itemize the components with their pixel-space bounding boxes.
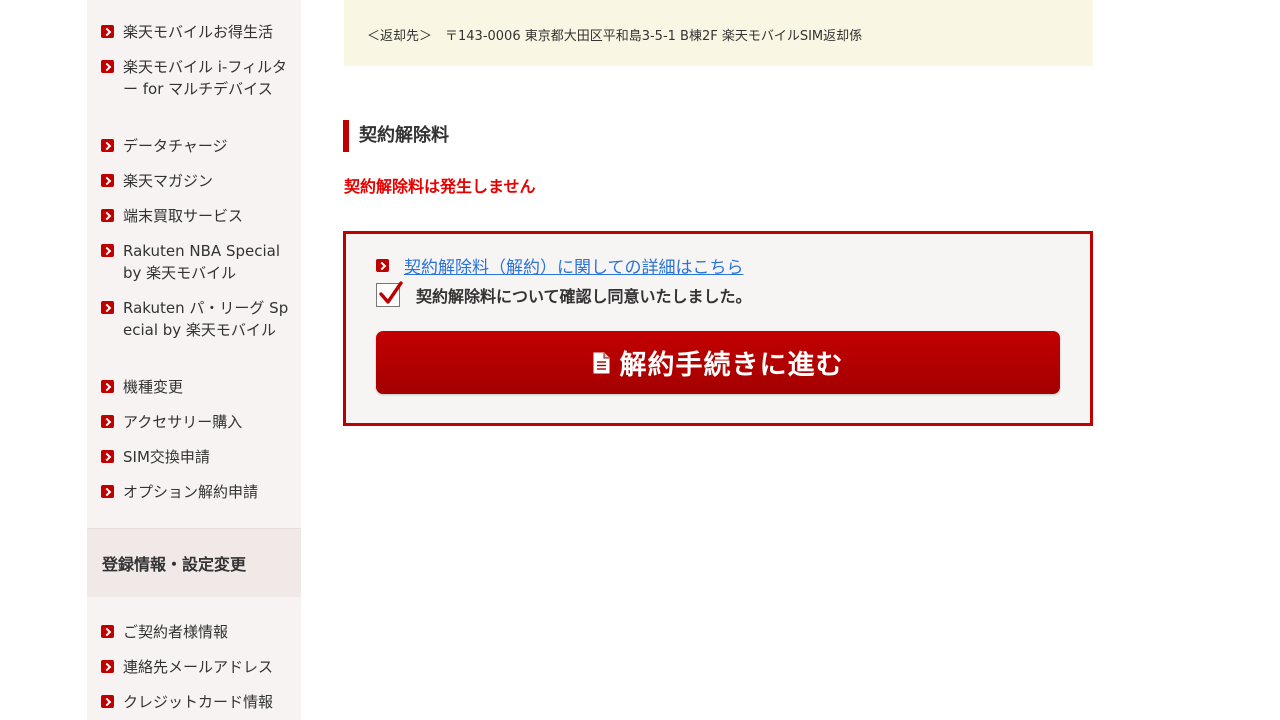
chevron-right-icon	[101, 660, 114, 673]
sidebar-item-option-cancel[interactable]: オプション解約申請	[101, 481, 291, 503]
chevron-right-icon	[101, 209, 114, 222]
chevron-right-icon	[101, 60, 114, 73]
sidebar: 楽天モバイルお得生活 楽天モバイル i-フィルター for マルチデバイス デー…	[87, 0, 301, 720]
sidebar-item-accessory[interactable]: アクセサリー購入	[101, 411, 291, 433]
chevron-right-icon	[101, 695, 114, 708]
sidebar-item-nba-special[interactable]: Rakuten NBA Special by 楽天モバイル	[101, 240, 291, 284]
proceed-button-label: 解約手続きに進む	[619, 350, 844, 381]
sidebar-item-contractor-info[interactable]: ご契約者様情報	[101, 621, 291, 643]
proceed-cancellation-button[interactable]: 解約手続きに進む	[376, 331, 1060, 394]
no-fee-notice: 契約解除料は発生しません	[344, 177, 536, 196]
sidebar-item-label: 端末買取サービス	[123, 207, 244, 225]
sidebar-item-label: 楽天モバイルお得生活	[123, 23, 274, 41]
agree-label[interactable]: 契約解除料について確認し同意いたしました。	[416, 283, 752, 307]
chevron-right-icon	[101, 301, 114, 314]
chevron-right-icon	[101, 174, 114, 187]
sidebar-item-model-change[interactable]: 機種変更	[101, 376, 291, 398]
sidebar-item-label: クレジットカード情報	[123, 693, 274, 711]
sidebar-item-sim-exchange[interactable]: SIM交換申請	[101, 446, 291, 468]
chevron-right-icon	[101, 244, 114, 257]
document-icon	[593, 352, 609, 373]
return-address-box: ＜返却先＞ 〒143-0006 東京都大田区平和島3-5-1 B棟2F 楽天モバ…	[344, 0, 1093, 66]
chevron-right-icon	[101, 139, 114, 152]
sidebar-item-label: アクセサリー購入	[123, 413, 243, 431]
chevron-right-icon	[101, 450, 114, 463]
sidebar-section-header: 登録情報・設定変更	[87, 528, 301, 597]
fee-detail-link[interactable]: 契約解除料（解約）に関しての詳細はこちら	[376, 253, 744, 278]
check-icon	[379, 281, 403, 304]
agree-checkbox[interactable]	[376, 281, 403, 307]
sidebar-item-otoku[interactable]: 楽天モバイルお得生活	[101, 21, 291, 43]
sidebar-item-label: Rakuten パ・リーグ Special by 楽天モバイル	[123, 299, 289, 339]
sidebar-item-label: データチャージ	[123, 137, 228, 155]
sidebar-section-title: 登録情報・設定変更	[102, 555, 247, 574]
sidebar-item-magazine[interactable]: 楽天マガジン	[101, 170, 291, 192]
sidebar-item-label: 機種変更	[123, 378, 184, 396]
agree-row: 契約解除料について確認し同意いたしました。	[376, 281, 752, 307]
sidebar-item-label: 楽天モバイル i-フィルター for マルチデバイス	[123, 58, 288, 98]
sidebar-item-label: オプション解約申請	[123, 483, 259, 501]
sidebar-item-credit-card[interactable]: クレジットカード情報	[101, 691, 291, 713]
chevron-right-icon	[376, 259, 389, 272]
sidebar-item-i-filter[interactable]: 楽天モバイル i-フィルター for マルチデバイス	[101, 56, 291, 100]
sidebar-item-label: ご契約者様情報	[123, 623, 229, 641]
chevron-right-icon	[101, 485, 114, 498]
sidebar-item-buyback[interactable]: 端末買取サービス	[101, 205, 291, 227]
sidebar-item-label: 楽天マガジン	[123, 172, 214, 190]
sidebar-item-label: Rakuten NBA Special by 楽天モバイル	[123, 242, 280, 282]
chevron-right-icon	[101, 415, 114, 428]
chevron-right-icon	[101, 25, 114, 38]
section-title: 契約解除料	[343, 120, 449, 152]
sidebar-item-pacific-league[interactable]: Rakuten パ・リーグ Special by 楽天モバイル	[101, 297, 291, 341]
sidebar-item-contact-email[interactable]: 連絡先メールアドレス	[101, 656, 291, 678]
chevron-right-icon	[101, 625, 114, 638]
confirm-box: 契約解除料（解約）に関しての詳細はこちら 契約解除料について確認し同意いたしまし…	[343, 231, 1093, 426]
sidebar-item-label: 連絡先メールアドレス	[123, 658, 274, 676]
return-address-text: ＜返却先＞ 〒143-0006 東京都大田区平和島3-5-1 B棟2F 楽天モバ…	[367, 29, 863, 44]
sidebar-item-label: SIM交換申請	[123, 448, 210, 466]
fee-detail-link-text[interactable]: 契約解除料（解約）に関しての詳細はこちら	[404, 253, 744, 278]
chevron-right-icon	[101, 380, 114, 393]
sidebar-item-data-charge[interactable]: データチャージ	[101, 135, 291, 157]
